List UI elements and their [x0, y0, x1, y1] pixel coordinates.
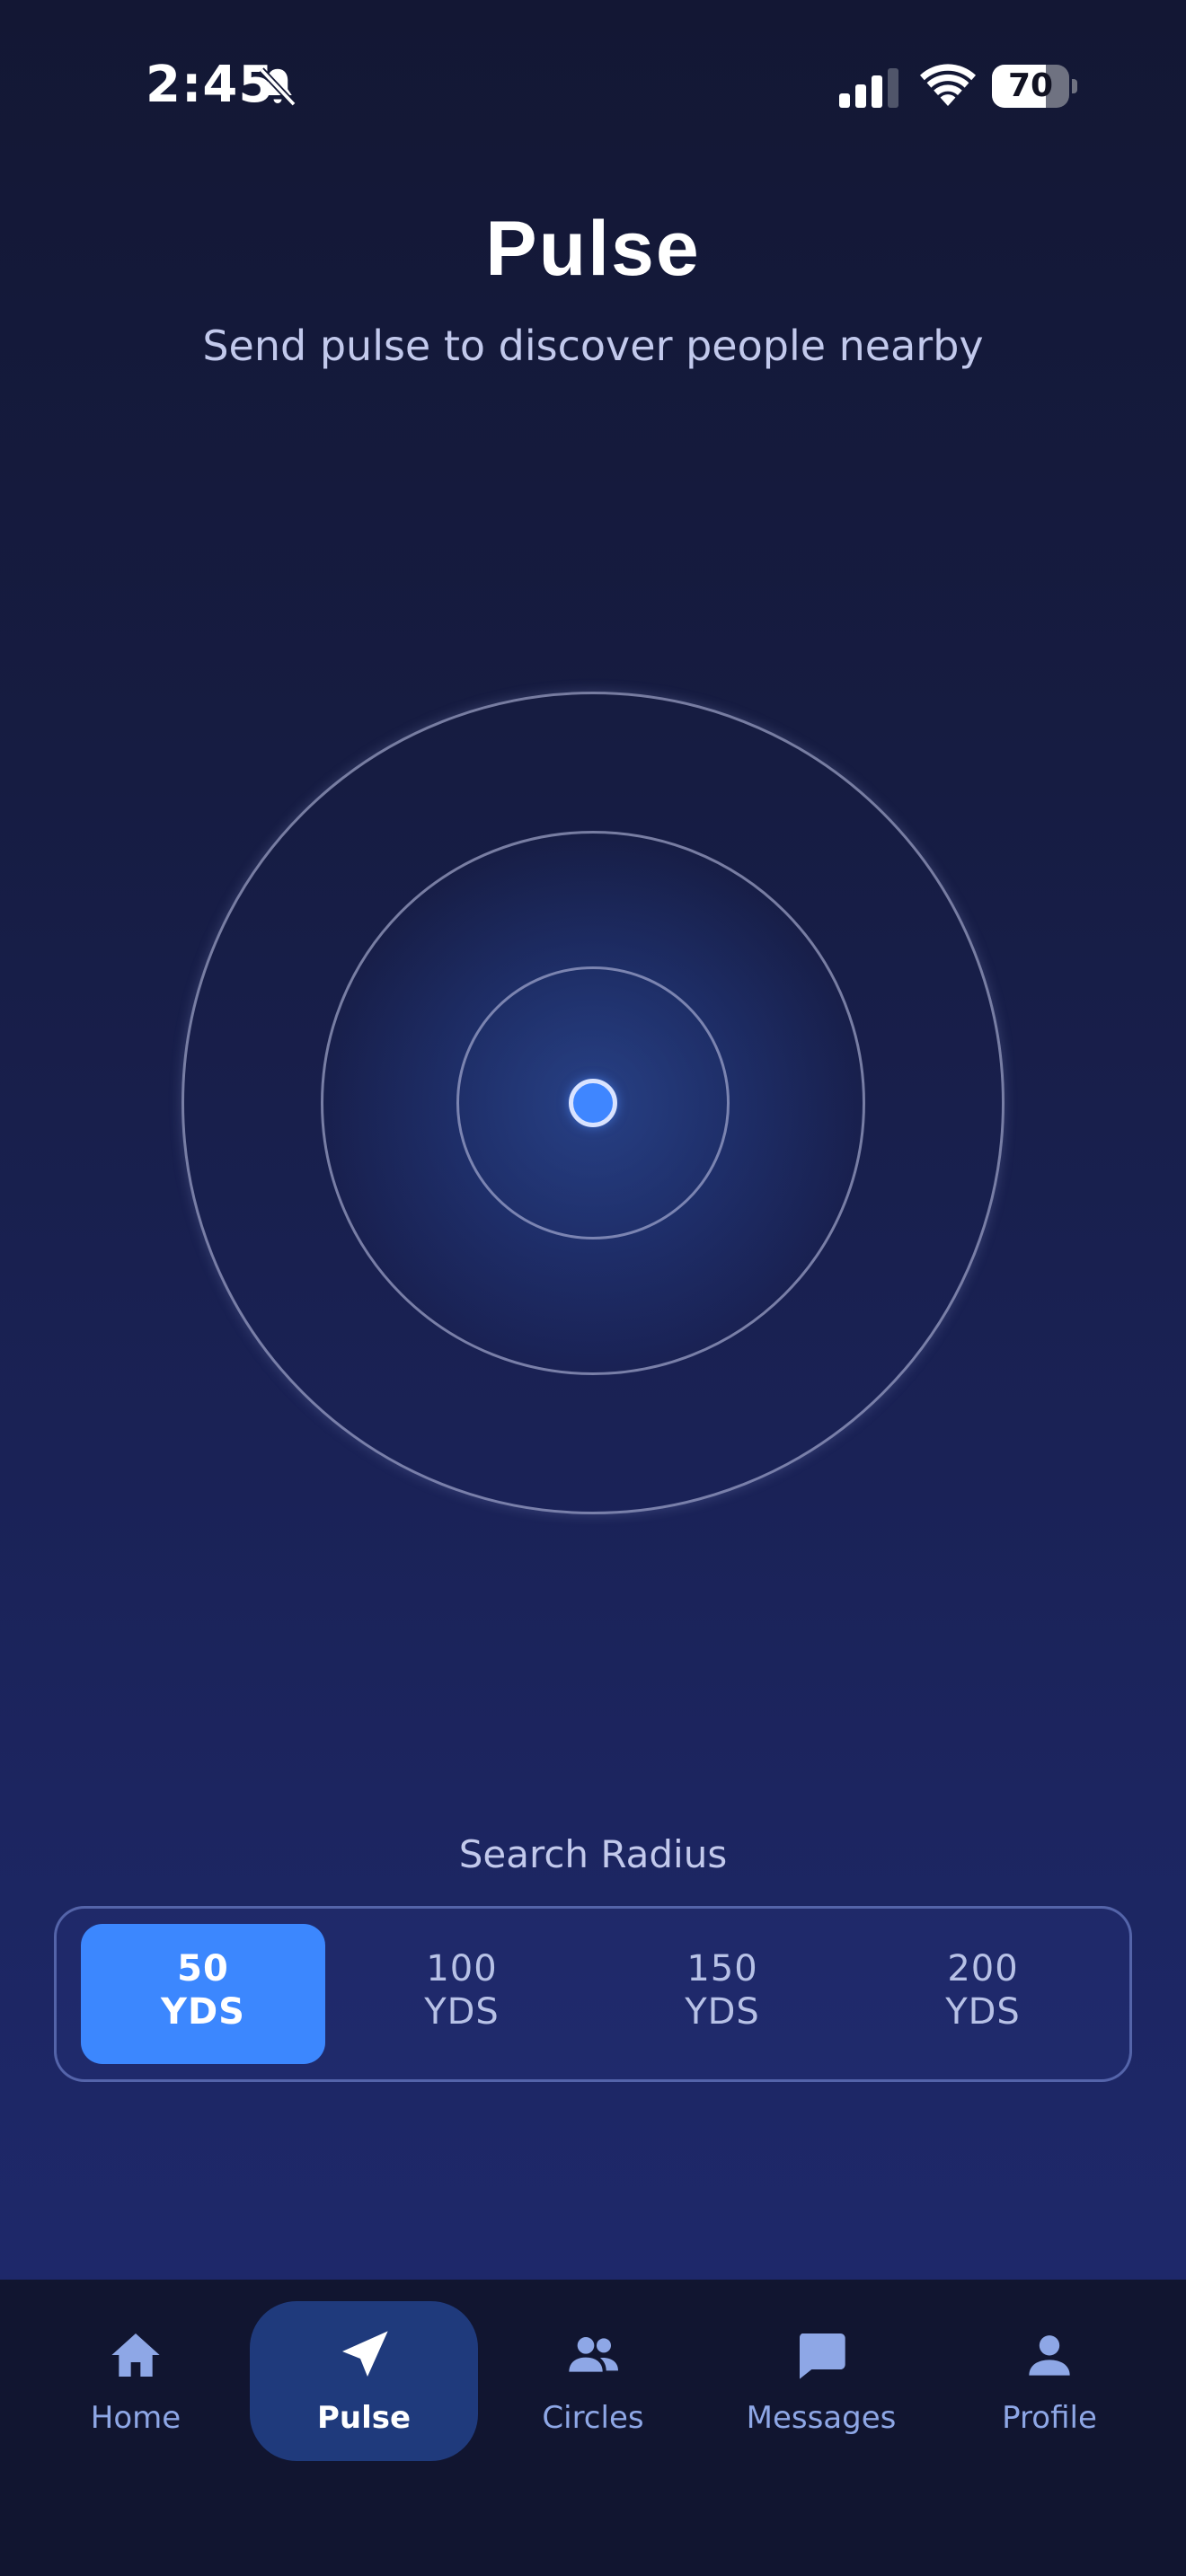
- radius-option-unit: YDS: [685, 1991, 760, 2033]
- nav-label-home: Home: [90, 2400, 181, 2436]
- radius-option-value: 50: [177, 1948, 229, 1989]
- nav-item-messages[interactable]: Messages: [707, 2301, 935, 2461]
- search-radius-label: Search Radius: [458, 1832, 728, 1876]
- bell-slash-icon: [259, 67, 296, 107]
- battery-percent: 70: [1007, 67, 1054, 104]
- radius-option-200[interactable]: 200 YDS: [861, 1924, 1105, 2064]
- battery-icon: 70: [992, 65, 1069, 108]
- home-icon: [111, 2333, 160, 2377]
- nav-label-messages: Messages: [746, 2400, 897, 2436]
- pulse-button[interactable]: [569, 1079, 617, 1127]
- chat-bubble-icon: [799, 2333, 845, 2379]
- nav-label-circles: Circles: [542, 2400, 644, 2436]
- radius-option-unit: YDS: [424, 1991, 500, 2033]
- radius-option-50[interactable]: 50 YDS: [81, 1924, 325, 2064]
- page-title: Pulse: [485, 206, 701, 292]
- radius-option-100[interactable]: 100 YDS: [340, 1924, 584, 2064]
- wifi-icon: [920, 64, 976, 106]
- people-group-icon: [569, 2337, 618, 2372]
- page-subtitle: Send pulse to discover people nearby: [202, 322, 984, 370]
- battery-indicator: 70: [992, 65, 1078, 108]
- nav-item-home[interactable]: Home: [22, 2301, 250, 2461]
- navigation-arrow-icon: [342, 2331, 388, 2377]
- radius-option-value: 100: [426, 1948, 498, 1989]
- radius-option-unit: YDS: [945, 1991, 1021, 2033]
- radius-option-unit: YDS: [161, 1991, 245, 2033]
- radius-option-value: 200: [947, 1948, 1019, 1989]
- radius-option-value: 150: [686, 1948, 758, 1989]
- person-icon: [1029, 2335, 1070, 2376]
- radius-option-150[interactable]: 150 YDS: [600, 1924, 845, 2064]
- battery-tip: [1072, 79, 1077, 93]
- nav-label-pulse: Pulse: [316, 2400, 412, 2436]
- pulse-screen: 2:45 70 Pulse Send pulse to discover peo…: [0, 0, 1186, 2576]
- nav-item-profile[interactable]: Profile: [935, 2301, 1164, 2461]
- nav-item-circles[interactable]: Circles: [479, 2301, 707, 2461]
- nav-label-profile: Profile: [1002, 2400, 1097, 2436]
- cellular-signal-icon: [839, 68, 898, 108]
- nav-item-pulse[interactable]: Pulse: [250, 2301, 478, 2461]
